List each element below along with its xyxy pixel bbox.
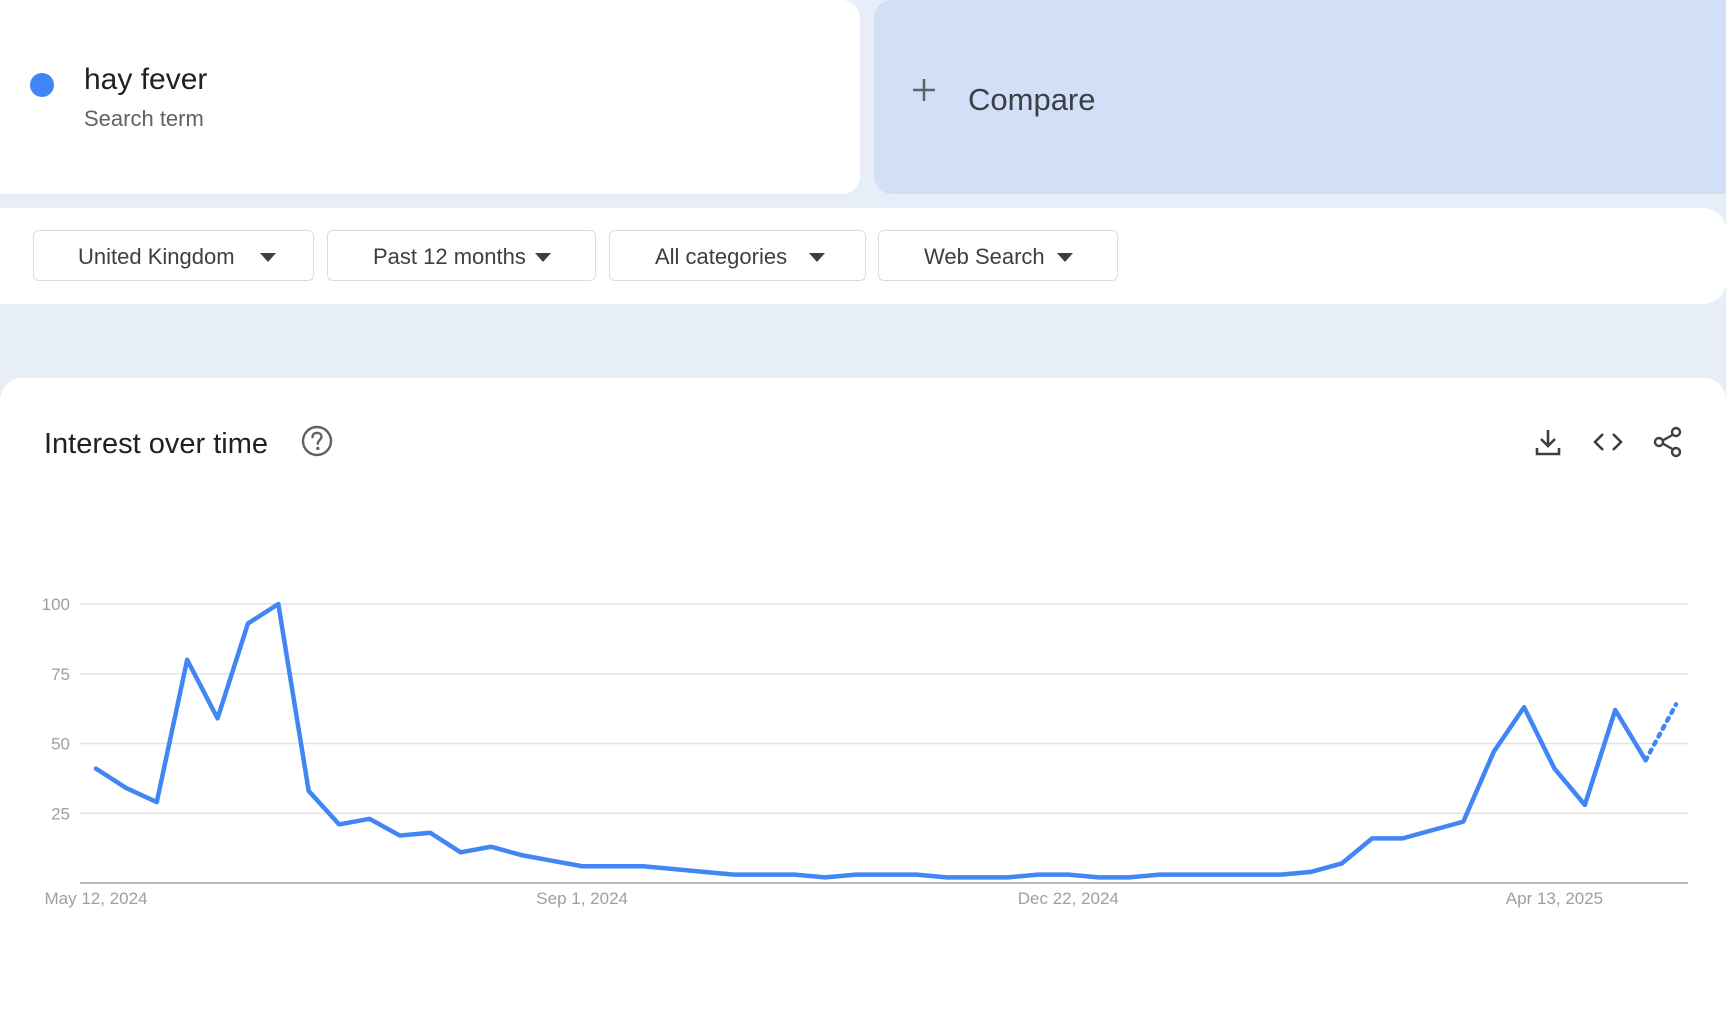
series-color-dot [30, 73, 54, 97]
compare-button[interactable]: Compare [874, 0, 1726, 194]
data-point [701, 869, 707, 875]
data-point [1096, 874, 1102, 880]
data-point [1400, 835, 1406, 841]
data-point [366, 816, 372, 822]
data-point [1035, 872, 1041, 878]
data-point [1187, 872, 1193, 878]
data-point [610, 863, 616, 869]
y-tick-label: 75 [51, 665, 70, 684]
data-point [1643, 757, 1649, 763]
data-point [974, 874, 980, 880]
compare-label: Compare [968, 82, 1096, 117]
data-point [1005, 874, 1011, 880]
data-point [1460, 819, 1466, 825]
x-tick-label: Dec 22, 2024 [1018, 889, 1119, 908]
data-point [1065, 872, 1071, 878]
data-point [154, 799, 160, 805]
region-filter-dropdown[interactable]: United Kingdom [33, 230, 314, 281]
data-point [245, 621, 251, 627]
plus-icon [913, 79, 935, 101]
series-line [93, 601, 1648, 880]
data-point [1339, 860, 1345, 866]
data-point [1156, 872, 1162, 878]
data-point [458, 849, 464, 855]
caret-down-icon [809, 253, 825, 262]
data-point [1126, 874, 1132, 880]
search-type-filter-dropdown[interactable]: Web Search [878, 230, 1118, 281]
data-point [1217, 872, 1223, 878]
data-point [761, 872, 767, 878]
data-point [215, 715, 221, 721]
data-point [731, 872, 737, 878]
search-term-name[interactable]: hay fever [84, 63, 207, 97]
time-range-filter-dropdown[interactable]: Past 12 months [327, 230, 596, 281]
time-range-filter-label: Past 12 months [373, 244, 526, 269]
data-point [518, 852, 524, 858]
data-point [1430, 827, 1436, 833]
x-tick-label: Apr 13, 2025 [1506, 889, 1603, 908]
data-point [913, 872, 919, 878]
data-point [853, 872, 859, 878]
data-point [1521, 704, 1527, 710]
interest-line-chart: 25 50 75 100 May 12, 2024 Sep 1, 2024 Dec 22, … [42, 595, 1688, 908]
data-point [822, 874, 828, 880]
data-point [306, 788, 312, 794]
caret-down-icon [1057, 253, 1073, 262]
caret-down-icon [535, 253, 551, 262]
x-tick-label: Sep 1, 2024 [536, 889, 628, 908]
filter-bar: United Kingdom Past 12 months All catego… [0, 208, 1726, 304]
data-point [1551, 766, 1557, 772]
data-point [123, 785, 129, 791]
series-line-partial [1643, 702, 1679, 763]
data-point [1308, 869, 1314, 875]
data-point [275, 601, 281, 607]
search-term-subtitle: Search term [84, 106, 204, 131]
data-point [1582, 802, 1588, 808]
data-point [1248, 872, 1254, 878]
data-point [549, 858, 555, 864]
category-filter-dropdown[interactable]: All categories [609, 230, 866, 281]
data-point [670, 866, 676, 872]
data-point [93, 766, 99, 772]
data-point [1491, 749, 1497, 755]
data-point [1278, 872, 1284, 878]
data-point [883, 872, 889, 878]
data-point [488, 844, 494, 850]
data-point [792, 872, 798, 878]
data-point [184, 657, 190, 663]
data-point [1673, 701, 1679, 707]
y-tick-label: 50 [51, 735, 70, 754]
data-point [1612, 707, 1618, 713]
search-term-card[interactable]: hay fever Search term [0, 0, 860, 194]
interest-over-time-panel: Interest over time 25 50 75 100 May 12, 2024… [0, 378, 1726, 1014]
data-point [640, 863, 646, 869]
data-point [579, 863, 585, 869]
y-tick-label: 25 [51, 804, 70, 823]
data-point [427, 830, 433, 836]
data-point [397, 833, 403, 839]
x-tick-label: May 12, 2024 [44, 889, 147, 908]
category-filter-label: All categories [655, 244, 788, 269]
y-tick-label: 100 [42, 595, 70, 614]
caret-down-icon [260, 253, 276, 262]
data-point [944, 874, 950, 880]
data-point [1369, 835, 1375, 841]
region-filter-label: United Kingdom [78, 244, 235, 269]
data-point [336, 821, 342, 827]
search-type-filter-label: Web Search [924, 244, 1045, 269]
